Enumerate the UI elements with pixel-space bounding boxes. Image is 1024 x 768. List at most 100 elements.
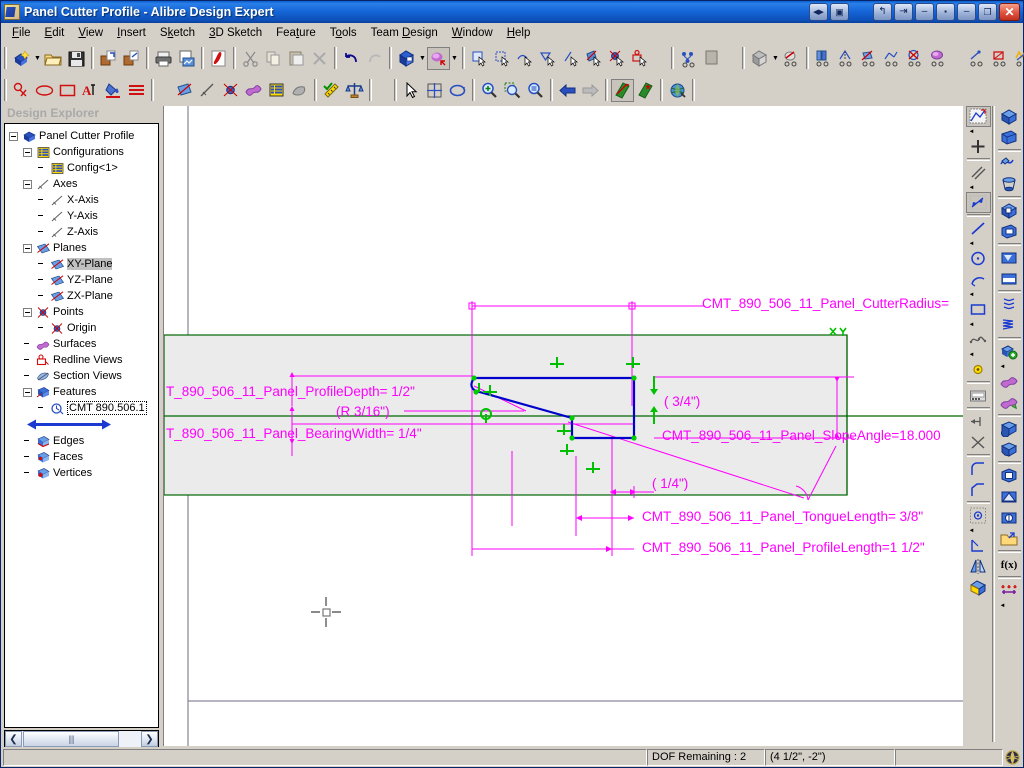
select-axis-icon[interactable] xyxy=(560,47,583,70)
tree-node-configurations[interactable]: Configurations xyxy=(9,144,158,160)
scroll-left-button[interactable]: ❮ xyxy=(5,731,22,747)
sketch-fill-icon[interactable] xyxy=(102,79,125,102)
chamfer-icon[interactable] xyxy=(989,47,1012,70)
tree-node-z-axis[interactable]: Z-Axis xyxy=(9,224,158,240)
scroll-right-button[interactable]: ❯ xyxy=(141,731,158,747)
open-icon[interactable] xyxy=(42,47,65,70)
open-folder-icon[interactable] xyxy=(997,528,1022,549)
loft-boss-icon[interactable] xyxy=(997,174,1022,195)
tree-node-vertices[interactable]: Vertices xyxy=(9,465,158,481)
flyout-arrow-icon[interactable]: ◄ xyxy=(966,239,991,248)
flyout-arrow-icon[interactable]: ◄ xyxy=(997,362,1022,371)
menu-file[interactable]: File xyxy=(5,25,38,41)
shell-icon[interactable] xyxy=(997,465,1022,486)
collapse-expander-icon[interactable] xyxy=(9,131,18,141)
sketch-point-icon[interactable] xyxy=(10,79,33,102)
window-list-icon[interactable]: ▣ xyxy=(830,3,849,21)
select-vertex-icon[interactable] xyxy=(514,47,537,70)
restore-window-icon[interactable]: ◀▶ xyxy=(809,3,828,21)
menu-insert[interactable]: Insert xyxy=(110,25,153,41)
menu-feature[interactable]: Feature xyxy=(269,25,323,41)
sketch-circle-icon[interactable] xyxy=(966,248,991,269)
global-view-icon[interactable] xyxy=(666,79,689,102)
section-view-off-icon[interactable] xyxy=(634,79,657,102)
solid-icon[interactable] xyxy=(288,79,311,102)
scrollbar-thumb[interactable]: |||| xyxy=(23,731,119,747)
label-tongue-length[interactable]: CMT_890_506_11_Panel_TongueLength= 3/8" xyxy=(642,509,923,524)
feature-rollback-sash[interactable] xyxy=(23,418,115,431)
sketch-fillet-icon[interactable] xyxy=(966,458,991,479)
sketch-canvas[interactable]: CMT_890_506_11_Panel_CutterRadius= T_890… xyxy=(163,106,963,746)
tree-node-points[interactable]: Points xyxy=(9,304,158,320)
sketch-line-icon[interactable] xyxy=(966,218,991,239)
loft-cut-icon[interactable] xyxy=(997,268,1022,289)
sketch-hatch-icon[interactable] xyxy=(125,79,148,102)
zoom-window-icon[interactable] xyxy=(501,79,524,102)
measure-icon[interactable] xyxy=(320,79,343,102)
print-preview-icon[interactable] xyxy=(175,47,198,70)
new-dropdown-caret[interactable]: ▼ xyxy=(33,47,42,70)
loft-boss-icon[interactable] xyxy=(881,47,904,70)
label-tongue-thickness[interactable]: ( 1/4") xyxy=(652,476,688,491)
view-dropdown-caret[interactable]: ▼ xyxy=(418,47,427,70)
select-point-icon[interactable] xyxy=(606,47,629,70)
design-explorer-icon[interactable] xyxy=(677,47,700,70)
draft-icon[interactable] xyxy=(997,486,1022,507)
select-sketch-icon[interactable] xyxy=(583,47,606,70)
fillet-icon[interactable] xyxy=(966,47,989,70)
sketch-point-yellow-icon[interactable] xyxy=(966,359,991,380)
sketch-spline-icon[interactable] xyxy=(966,329,991,350)
surface-offset-icon[interactable] xyxy=(997,392,1022,413)
configurations-icon[interactable] xyxy=(265,79,288,102)
collapse-expander-icon[interactable] xyxy=(23,243,32,253)
sweep-boss-icon[interactable] xyxy=(997,153,1022,174)
sketch-parallel-lines-icon[interactable] xyxy=(966,162,991,183)
material-cube-icon[interactable] xyxy=(748,47,771,70)
axis-icon[interactable] xyxy=(196,79,219,102)
next-view-icon[interactable] xyxy=(579,79,602,102)
tree-node-xy-plane[interactable]: XY-Plane xyxy=(9,256,158,272)
new-part-icon[interactable] xyxy=(10,47,33,70)
tree-node-zx-plane[interactable]: ZX-Plane xyxy=(9,288,158,304)
tree-node-redline-views[interactable]: Redline Views xyxy=(9,352,158,368)
select-edge-icon[interactable] xyxy=(491,47,514,70)
sketch-dimension-icon[interactable] xyxy=(965,192,991,213)
sketch-offset-icon[interactable] xyxy=(966,411,991,432)
tree-node-origin[interactable]: Origin xyxy=(9,320,158,336)
chamfer-icon[interactable] xyxy=(997,439,1022,460)
select-arrow-icon[interactable] xyxy=(400,79,423,102)
menu-edit[interactable]: Edit xyxy=(38,25,72,41)
minimize-icon[interactable]: – xyxy=(957,3,976,21)
redo-icon[interactable] xyxy=(363,47,386,70)
design-explorer-tree[interactable]: Panel Cutter Profile Configurations Config… xyxy=(4,123,159,728)
print-icon[interactable] xyxy=(152,47,175,70)
render-mode-icon[interactable] xyxy=(427,46,450,70)
label-tongue-height[interactable]: ( 3/4") xyxy=(664,394,700,409)
extrude-boss-icon[interactable] xyxy=(812,47,835,70)
copy-icon[interactable] xyxy=(262,47,285,70)
minimize-doc-icon[interactable]: – xyxy=(915,3,934,21)
export-icon[interactable] xyxy=(120,47,143,70)
tree-node-y-axis[interactable]: Y-Axis xyxy=(9,208,158,224)
import-icon[interactable] xyxy=(97,47,120,70)
label-fillet-radius[interactable]: (R 3/16") xyxy=(336,404,390,419)
menu-3d-sketch[interactable]: 3D Sketch xyxy=(202,25,269,41)
extrude-cut-icon[interactable] xyxy=(997,200,1022,221)
sweep-boss-icon[interactable] xyxy=(858,47,881,70)
tree-node-section-views[interactable]: Section Views xyxy=(9,368,158,384)
sketch-ellipse-icon[interactable] xyxy=(33,79,56,102)
thread-icon[interactable] xyxy=(997,315,1022,336)
flyout-arrow-icon[interactable]: ◄ xyxy=(966,526,991,535)
revolve-cut-icon[interactable] xyxy=(997,221,1022,242)
cut-icon[interactable] xyxy=(239,47,262,70)
tree-node-features[interactable]: Features xyxy=(9,384,158,400)
sketch-mirror-icon[interactable] xyxy=(966,556,991,577)
zoom-in-icon[interactable] xyxy=(478,79,501,102)
label-bearing-width[interactable]: T_890_506_11_Panel_BearingWidth= 1/4" xyxy=(166,426,422,441)
flyout-arrow-icon[interactable]: ◄ xyxy=(966,183,991,192)
tree-node-faces[interactable]: Faces xyxy=(9,449,158,465)
grid-icon[interactable] xyxy=(423,79,446,102)
properties-icon[interactable] xyxy=(700,47,723,70)
sketch-chamfer-icon[interactable] xyxy=(966,479,991,500)
select-annotation-icon[interactable] xyxy=(629,47,652,70)
